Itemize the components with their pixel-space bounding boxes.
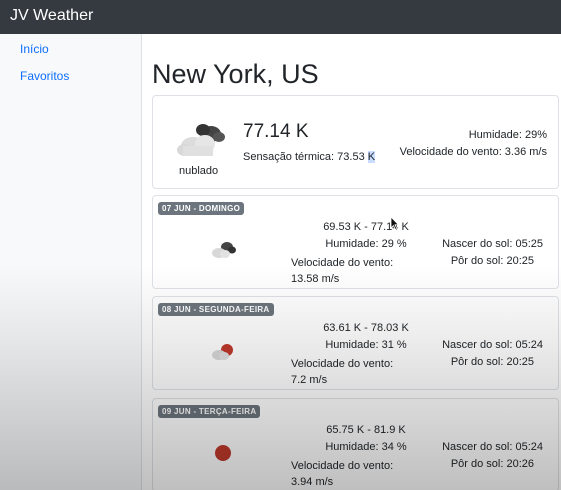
current-temperature: 77.14 K (243, 121, 309, 142)
broken-clouds-icon (209, 240, 237, 265)
forecast-sunset: Pôr do sol: 20:26 (450, 458, 534, 470)
forecast-sunrise: Nascer do sol: 05:24 (442, 339, 543, 351)
sidebar: Início Favoritos (0, 34, 142, 490)
forecast-wind: Velocidade do vento: 13.58 m/s (291, 257, 394, 285)
forecast-date-badge: 08 JUN - SEGUNDA-FEIRA (158, 303, 274, 316)
current-weather-card: nublado 77.14 K Sensação térmica: 73.53 … (152, 95, 559, 189)
forecast-humidity: Humidade: 34 % (325, 441, 407, 453)
clear-sky-icon (209, 443, 237, 468)
forecast-sunset: Pôr do sol: 20:25 (450, 356, 534, 368)
forecast-temperature-range: 65.75 K - 81.9 K (326, 424, 406, 436)
forecast-sunset: Pôr do sol: 20:25 (450, 255, 534, 267)
feels-like-text: Sensação térmica: 73.53 (243, 151, 368, 163)
forecast-date-badge: 07 JUN - DOMINGO (158, 202, 245, 215)
forecast-date-badge: 09 JUN - TERÇA-FEIRA (158, 405, 261, 418)
forecast-wind: Velocidade do vento: 3.94 m/s (291, 460, 394, 488)
forecast-card: 07 JUN - DOMINGO 69.53 K - 77.14 K Humid… (152, 195, 559, 289)
forecast-card: 09 JUN - TERÇA-FEIRA 65.75 K - 81.9 K Hu… (152, 398, 559, 490)
forecast-temperature-range: 69.53 K - 77.14 K (323, 221, 409, 233)
forecast-wind: Velocidade do vento: 7.2 m/s (291, 358, 394, 386)
sidebar-item-inicio[interactable]: Início (20, 42, 49, 56)
feels-like: Sensação térmica: 73.53 K (243, 151, 376, 163)
few-clouds-icon (209, 341, 237, 366)
sidebar-item-favoritos[interactable]: Favoritos (20, 69, 69, 83)
forecast-humidity: Humidade: 31 % (325, 339, 407, 351)
top-navbar: JV Weather (0, 0, 561, 34)
current-wind: Velocidade do vento: 3.36 m/s (399, 146, 547, 158)
forecast-temperature-range: 63.61 K - 78.03 K (323, 322, 409, 334)
weather-description: nublado (179, 165, 219, 177)
forecast-sunrise: Nascer do sol: 05:24 (442, 441, 543, 453)
forecast-sunrise: Nascer do sol: 05:25 (442, 238, 543, 250)
page-title: New York, US (152, 59, 319, 89)
cloudy-icon (175, 120, 227, 165)
forecast-card: 08 JUN - SEGUNDA-FEIRA 63.61 K - 78.03 K… (152, 296, 559, 390)
brand-title[interactable]: JV Weather (10, 7, 93, 25)
feels-like-unit-selected: K (367, 151, 376, 163)
current-humidity: Humidade: 29% (468, 129, 547, 141)
main-content: New York, US nublado 77.14 K Sensação té… (142, 34, 561, 490)
forecast-humidity: Humidade: 29 % (325, 238, 407, 250)
mouse-cursor-icon (390, 216, 400, 235)
